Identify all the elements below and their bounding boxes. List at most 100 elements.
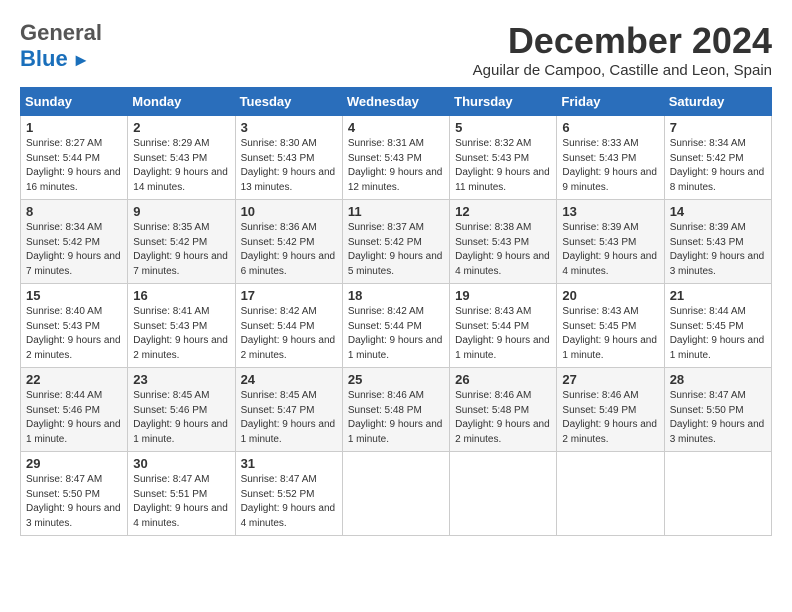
logo: General Blue ►: [20, 20, 102, 72]
logo-blue: Blue: [20, 46, 68, 71]
day-info: Sunrise: 8:42 AMSunset: 5:44 PMDaylight:…: [348, 306, 443, 361]
calendar-day-cell: 18 Sunrise: 8:42 AMSunset: 5:44 PMDaylig…: [342, 284, 449, 368]
day-number: 19: [455, 288, 551, 303]
month-title: December 2024: [473, 20, 772, 62]
calendar-day-cell: 14 Sunrise: 8:39 AMSunset: 5:43 PMDaylig…: [664, 200, 771, 284]
logo-general: General: [20, 20, 102, 45]
day-number: 8: [26, 204, 122, 219]
calendar-day-cell: 11 Sunrise: 8:37 AMSunset: 5:42 PMDaylig…: [342, 200, 449, 284]
calendar-header-wednesday: Wednesday: [342, 88, 449, 116]
day-info: Sunrise: 8:45 AMSunset: 5:46 PMDaylight:…: [133, 390, 228, 445]
calendar-week-row: 1 Sunrise: 8:27 AMSunset: 5:44 PMDayligh…: [21, 116, 772, 200]
calendar-day-cell: 28 Sunrise: 8:47 AMSunset: 5:50 PMDaylig…: [664, 368, 771, 452]
calendar-header-friday: Friday: [557, 88, 664, 116]
calendar-day-cell: 22 Sunrise: 8:44 AMSunset: 5:46 PMDaylig…: [21, 368, 128, 452]
day-number: 4: [348, 120, 444, 135]
calendar-week-row: 15 Sunrise: 8:40 AMSunset: 5:43 PMDaylig…: [21, 284, 772, 368]
calendar-day-cell: 24 Sunrise: 8:45 AMSunset: 5:47 PMDaylig…: [235, 368, 342, 452]
day-number: 1: [26, 120, 122, 135]
day-info: Sunrise: 8:34 AMSunset: 5:42 PMDaylight:…: [26, 222, 121, 277]
day-number: 13: [562, 204, 658, 219]
calendar-day-cell: 12 Sunrise: 8:38 AMSunset: 5:43 PMDaylig…: [450, 200, 557, 284]
calendar-day-cell: 17 Sunrise: 8:42 AMSunset: 5:44 PMDaylig…: [235, 284, 342, 368]
day-info: Sunrise: 8:39 AMSunset: 5:43 PMDaylight:…: [670, 222, 765, 277]
day-number: 16: [133, 288, 229, 303]
calendar-day-cell: 7 Sunrise: 8:34 AMSunset: 5:42 PMDayligh…: [664, 116, 771, 200]
day-info: Sunrise: 8:38 AMSunset: 5:43 PMDaylight:…: [455, 222, 550, 277]
day-info: Sunrise: 8:34 AMSunset: 5:42 PMDaylight:…: [670, 138, 765, 193]
day-number: 12: [455, 204, 551, 219]
calendar-header-thursday: Thursday: [450, 88, 557, 116]
calendar-header-monday: Monday: [128, 88, 235, 116]
day-info: Sunrise: 8:46 AMSunset: 5:48 PMDaylight:…: [348, 390, 443, 445]
calendar-table: SundayMondayTuesdayWednesdayThursdayFrid…: [20, 87, 772, 536]
day-info: Sunrise: 8:43 AMSunset: 5:44 PMDaylight:…: [455, 306, 550, 361]
calendar-header-tuesday: Tuesday: [235, 88, 342, 116]
day-info: Sunrise: 8:32 AMSunset: 5:43 PMDaylight:…: [455, 138, 550, 193]
calendar-day-cell: 3 Sunrise: 8:30 AMSunset: 5:43 PMDayligh…: [235, 116, 342, 200]
day-number: 15: [26, 288, 122, 303]
calendar-day-cell: 5 Sunrise: 8:32 AMSunset: 5:43 PMDayligh…: [450, 116, 557, 200]
calendar-day-cell: 9 Sunrise: 8:35 AMSunset: 5:42 PMDayligh…: [128, 200, 235, 284]
day-info: Sunrise: 8:46 AMSunset: 5:48 PMDaylight:…: [455, 390, 550, 445]
day-info: Sunrise: 8:29 AMSunset: 5:43 PMDaylight:…: [133, 138, 228, 193]
day-number: 2: [133, 120, 229, 135]
calendar-day-cell: 25 Sunrise: 8:46 AMSunset: 5:48 PMDaylig…: [342, 368, 449, 452]
calendar-week-row: 8 Sunrise: 8:34 AMSunset: 5:42 PMDayligh…: [21, 200, 772, 284]
day-number: 31: [241, 456, 337, 471]
day-number: 17: [241, 288, 337, 303]
day-number: 5: [455, 120, 551, 135]
day-info: Sunrise: 8:47 AMSunset: 5:50 PMDaylight:…: [26, 474, 121, 529]
calendar-day-cell: 31 Sunrise: 8:47 AMSunset: 5:52 PMDaylig…: [235, 452, 342, 536]
day-info: Sunrise: 8:37 AMSunset: 5:42 PMDaylight:…: [348, 222, 443, 277]
day-number: 21: [670, 288, 766, 303]
day-info: Sunrise: 8:44 AMSunset: 5:46 PMDaylight:…: [26, 390, 121, 445]
day-number: 20: [562, 288, 658, 303]
calendar-day-cell: 4 Sunrise: 8:31 AMSunset: 5:43 PMDayligh…: [342, 116, 449, 200]
day-info: Sunrise: 8:33 AMSunset: 5:43 PMDaylight:…: [562, 138, 657, 193]
calendar-day-cell: 6 Sunrise: 8:33 AMSunset: 5:43 PMDayligh…: [557, 116, 664, 200]
day-info: Sunrise: 8:47 AMSunset: 5:52 PMDaylight:…: [241, 474, 336, 529]
day-info: Sunrise: 8:43 AMSunset: 5:45 PMDaylight:…: [562, 306, 657, 361]
calendar-day-cell: 19 Sunrise: 8:43 AMSunset: 5:44 PMDaylig…: [450, 284, 557, 368]
day-number: 24: [241, 372, 337, 387]
day-number: 29: [26, 456, 122, 471]
calendar-day-cell: 20 Sunrise: 8:43 AMSunset: 5:45 PMDaylig…: [557, 284, 664, 368]
day-info: Sunrise: 8:45 AMSunset: 5:47 PMDaylight:…: [241, 390, 336, 445]
calendar-day-cell: 10 Sunrise: 8:36 AMSunset: 5:42 PMDaylig…: [235, 200, 342, 284]
day-info: Sunrise: 8:39 AMSunset: 5:43 PMDaylight:…: [562, 222, 657, 277]
day-info: Sunrise: 8:36 AMSunset: 5:42 PMDaylight:…: [241, 222, 336, 277]
calendar-day-cell: 13 Sunrise: 8:39 AMSunset: 5:43 PMDaylig…: [557, 200, 664, 284]
day-number: 9: [133, 204, 229, 219]
day-number: 26: [455, 372, 551, 387]
calendar-day-cell: 8 Sunrise: 8:34 AMSunset: 5:42 PMDayligh…: [21, 200, 128, 284]
day-info: Sunrise: 8:42 AMSunset: 5:44 PMDaylight:…: [241, 306, 336, 361]
calendar-day-cell: 16 Sunrise: 8:41 AMSunset: 5:43 PMDaylig…: [128, 284, 235, 368]
day-number: 10: [241, 204, 337, 219]
calendar-header-row: SundayMondayTuesdayWednesdayThursdayFrid…: [21, 88, 772, 116]
calendar-day-cell: [664, 452, 771, 536]
calendar-header-sunday: Sunday: [21, 88, 128, 116]
day-number: 11: [348, 204, 444, 219]
day-number: 27: [562, 372, 658, 387]
day-number: 7: [670, 120, 766, 135]
day-info: Sunrise: 8:35 AMSunset: 5:42 PMDaylight:…: [133, 222, 228, 277]
calendar-day-cell: [342, 452, 449, 536]
calendar-day-cell: 26 Sunrise: 8:46 AMSunset: 5:48 PMDaylig…: [450, 368, 557, 452]
calendar-day-cell: [557, 452, 664, 536]
day-info: Sunrise: 8:44 AMSunset: 5:45 PMDaylight:…: [670, 306, 765, 361]
calendar-week-row: 29 Sunrise: 8:47 AMSunset: 5:50 PMDaylig…: [21, 452, 772, 536]
day-number: 30: [133, 456, 229, 471]
calendar-day-cell: 30 Sunrise: 8:47 AMSunset: 5:51 PMDaylig…: [128, 452, 235, 536]
day-number: 22: [26, 372, 122, 387]
calendar-week-row: 22 Sunrise: 8:44 AMSunset: 5:46 PMDaylig…: [21, 368, 772, 452]
calendar-day-cell: 21 Sunrise: 8:44 AMSunset: 5:45 PMDaylig…: [664, 284, 771, 368]
calendar-day-cell: 29 Sunrise: 8:47 AMSunset: 5:50 PMDaylig…: [21, 452, 128, 536]
day-info: Sunrise: 8:27 AMSunset: 5:44 PMDaylight:…: [26, 138, 121, 193]
calendar-day-cell: 27 Sunrise: 8:46 AMSunset: 5:49 PMDaylig…: [557, 368, 664, 452]
day-number: 25: [348, 372, 444, 387]
day-info: Sunrise: 8:41 AMSunset: 5:43 PMDaylight:…: [133, 306, 228, 361]
day-number: 18: [348, 288, 444, 303]
day-info: Sunrise: 8:47 AMSunset: 5:51 PMDaylight:…: [133, 474, 228, 529]
location-title: Aguilar de Campoo, Castille and Leon, Sp…: [473, 62, 772, 79]
